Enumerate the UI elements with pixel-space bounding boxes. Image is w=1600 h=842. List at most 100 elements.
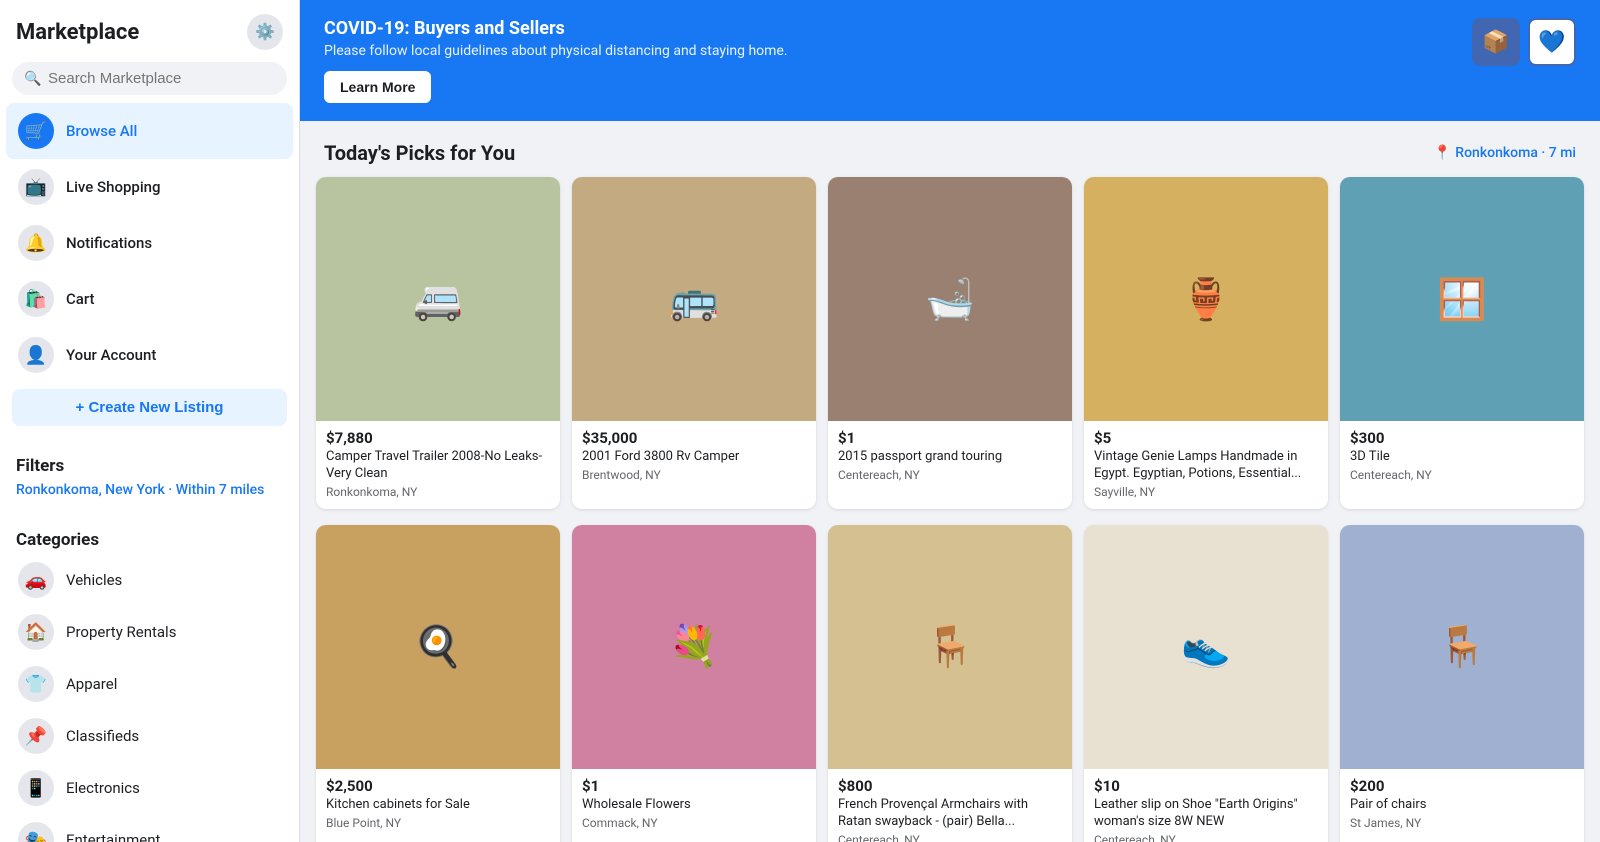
- location-badge: 📍 Ronkonkoma · 7 mi: [1434, 145, 1576, 161]
- nav-label-cart: Cart: [66, 290, 95, 308]
- product-price-p8: $800: [838, 777, 1062, 795]
- product-location-p9: Centereach, NY: [1094, 833, 1318, 842]
- main-content: COVID-19: Buyers and Sellers Please foll…: [300, 0, 1600, 842]
- product-image-p6: 🍳: [316, 525, 560, 769]
- categories-title: Categories: [0, 522, 299, 554]
- location-icon: 📍: [1434, 145, 1451, 161]
- product-emoji-p10: 🪑: [1340, 525, 1584, 769]
- product-info-p6: $2,500 Kitchen cabinets for Sale Blue Po…: [316, 769, 560, 840]
- product-image-p4: 🏺: [1084, 177, 1328, 421]
- cat-label-vehicles: Vehicles: [66, 571, 122, 589]
- product-location-p7: Commack, NY: [582, 816, 806, 830]
- sidebar-header: Marketplace ⚙️: [0, 0, 299, 58]
- product-image-p3: 🛁: [828, 177, 1072, 421]
- nav-icon-browse-all: 🛒: [18, 113, 54, 149]
- products-row2: 🍳 $2,500 Kitchen cabinets for Sale Blue …: [300, 525, 1600, 842]
- product-card-p9[interactable]: 👟 $10 Leather slip on Shoe "Earth Origin…: [1084, 525, 1328, 842]
- product-location-p6: Blue Point, NY: [326, 816, 550, 830]
- product-emoji-p8: 🪑: [828, 525, 1072, 769]
- nav-item-your-account[interactable]: 👤 Your Account: [6, 327, 293, 383]
- product-card-p4[interactable]: 🏺 $5 Vintage Genie Lamps Handmade in Egy…: [1084, 177, 1328, 509]
- product-card-p8[interactable]: 🪑 $800 French Provençal Armchairs with R…: [828, 525, 1072, 842]
- covid-text: COVID-19: Buyers and Sellers Please foll…: [324, 18, 788, 103]
- product-emoji-p9: 👟: [1084, 525, 1328, 769]
- product-price-p7: $1: [582, 777, 806, 795]
- cat-label-classifieds: Classifieds: [66, 727, 139, 745]
- gear-button[interactable]: ⚙️: [247, 14, 283, 50]
- nav-items: 🛒 Browse All 📺 Live Shopping 🔔 Notificat…: [0, 103, 299, 383]
- covid-banner: COVID-19: Buyers and Sellers Please foll…: [300, 0, 1600, 121]
- product-price-p9: $10: [1094, 777, 1318, 795]
- products-row1: 🚐 $7,880 Camper Travel Trailer 2008-No L…: [300, 177, 1600, 525]
- cat-icon-entertainment: 🎭: [18, 822, 54, 842]
- category-item-property-rentals[interactable]: 🏠 Property Rentals: [6, 606, 293, 658]
- product-card-p7[interactable]: 💐 $1 Wholesale Flowers Commack, NY: [572, 525, 816, 842]
- category-item-apparel[interactable]: 👕 Apparel: [6, 658, 293, 710]
- product-info-p9: $10 Leather slip on Shoe "Earth Origins"…: [1084, 769, 1328, 842]
- product-image-p5: 🪟: [1340, 177, 1584, 421]
- product-info-p2: $35,000 2001 Ford 3800 Rv Camper Brentwo…: [572, 421, 816, 492]
- nav-icon-your-account: 👤: [18, 337, 54, 373]
- nav-item-browse-all[interactable]: 🛒 Browse All: [6, 103, 293, 159]
- cat-label-property-rentals: Property Rentals: [66, 623, 176, 641]
- learn-more-button[interactable]: Learn More: [324, 71, 431, 103]
- category-item-entertainment[interactable]: 🎭 Entertainment: [6, 814, 293, 842]
- product-emoji-p3: 🛁: [828, 177, 1072, 421]
- product-info-p10: $200 Pair of chairs St James, NY: [1340, 769, 1584, 840]
- filters-title: Filters: [0, 448, 299, 480]
- nav-item-notifications[interactable]: 🔔 Notifications: [6, 215, 293, 271]
- product-info-p5: $300 3D Tile Centereach, NY: [1340, 421, 1584, 492]
- nav-label-your-account: Your Account: [66, 346, 156, 364]
- product-emoji-p5: 🪟: [1340, 177, 1584, 421]
- product-card-p10[interactable]: 🪑 $200 Pair of chairs St James, NY: [1340, 525, 1584, 842]
- product-name-p5: 3D Tile: [1350, 449, 1574, 466]
- product-price-p6: $2,500: [326, 777, 550, 795]
- product-card-p1[interactable]: 🚐 $7,880 Camper Travel Trailer 2008-No L…: [316, 177, 560, 509]
- product-emoji-p4: 🏺: [1084, 177, 1328, 421]
- covid-description: Please follow local guidelines about phy…: [324, 43, 788, 59]
- banner-heart-icon: 💙: [1528, 18, 1576, 66]
- sidebar: Marketplace ⚙️ 🔍 🛒 Browse All 📺 Live Sho…: [0, 0, 300, 842]
- picks-title: Today's Picks for You: [324, 141, 515, 165]
- cat-icon-electronics: 📱: [18, 770, 54, 806]
- product-location-p10: St James, NY: [1350, 816, 1574, 830]
- product-card-p2[interactable]: 🚌 $35,000 2001 Ford 3800 Rv Camper Brent…: [572, 177, 816, 509]
- product-emoji-p6: 🍳: [316, 525, 560, 769]
- product-info-p4: $5 Vintage Genie Lamps Handmade in Egypt…: [1084, 421, 1328, 509]
- product-location-p2: Brentwood, NY: [582, 468, 806, 482]
- product-location-p4: Sayville, NY: [1094, 485, 1318, 499]
- product-card-p6[interactable]: 🍳 $2,500 Kitchen cabinets for Sale Blue …: [316, 525, 560, 842]
- product-name-p1: Camper Travel Trailer 2008-No Leaks-Very…: [326, 449, 550, 483]
- search-input[interactable]: [12, 62, 287, 95]
- nav-icon-live-shopping: 📺: [18, 169, 54, 205]
- product-price-p1: $7,880: [326, 429, 550, 447]
- nav-item-live-shopping[interactable]: 📺 Live Shopping: [6, 159, 293, 215]
- product-price-p4: $5: [1094, 429, 1318, 447]
- search-box: 🔍: [12, 62, 287, 95]
- filter-location: Ronkonkoma, New York · Within 7 miles: [0, 480, 299, 506]
- nav-label-live-shopping: Live Shopping: [66, 178, 161, 196]
- cat-label-electronics: Electronics: [66, 779, 140, 797]
- product-info-p1: $7,880 Camper Travel Trailer 2008-No Lea…: [316, 421, 560, 509]
- sidebar-title: Marketplace: [16, 20, 139, 45]
- cat-icon-apparel: 👕: [18, 666, 54, 702]
- search-icon: 🔍: [24, 71, 41, 87]
- product-info-p7: $1 Wholesale Flowers Commack, NY: [572, 769, 816, 840]
- product-image-p7: 💐: [572, 525, 816, 769]
- nav-item-cart[interactable]: 🛍️ Cart: [6, 271, 293, 327]
- cat-icon-property-rentals: 🏠: [18, 614, 54, 650]
- product-card-p5[interactable]: 🪟 $300 3D Tile Centereach, NY: [1340, 177, 1584, 509]
- product-name-p2: 2001 Ford 3800 Rv Camper: [582, 449, 806, 466]
- nav-icon-cart: 🛍️: [18, 281, 54, 317]
- product-name-p8: French Provençal Armchairs with Ratan sw…: [838, 797, 1062, 831]
- cat-label-apparel: Apparel: [66, 675, 117, 693]
- category-item-vehicles[interactable]: 🚗 Vehicles: [6, 554, 293, 606]
- banner-icons: 📦 💙: [1472, 18, 1576, 66]
- product-card-p3[interactable]: 🛁 $1 2015 passport grand touring Centere…: [828, 177, 1072, 509]
- product-image-p1: 🚐: [316, 177, 560, 421]
- create-listing-button[interactable]: + Create New Listing: [12, 389, 287, 426]
- category-item-classifieds[interactable]: 📌 Classifieds: [6, 710, 293, 762]
- product-location-p5: Centereach, NY: [1350, 468, 1574, 482]
- nav-icon-notifications: 🔔: [18, 225, 54, 261]
- category-item-electronics[interactable]: 📱 Electronics: [6, 762, 293, 814]
